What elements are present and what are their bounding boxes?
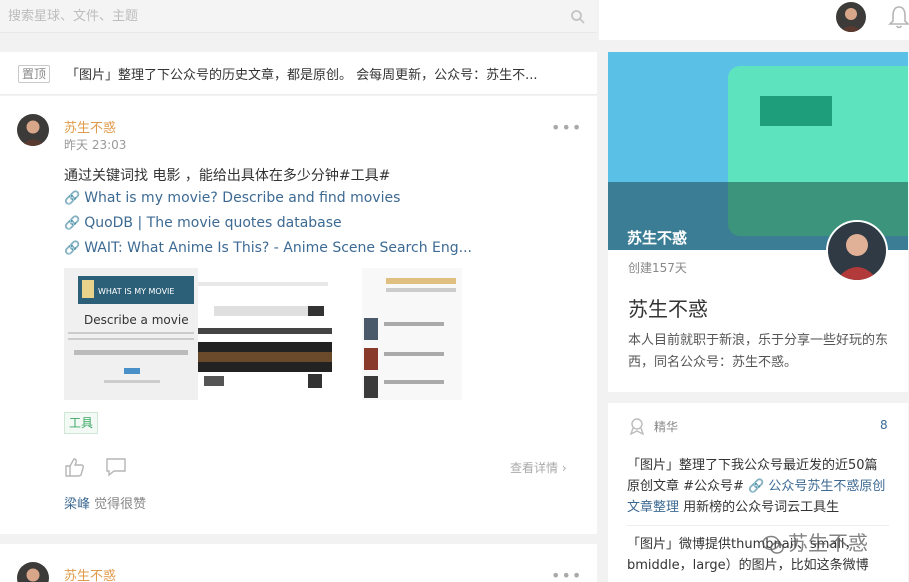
media-logo-text: WHAT IS MY MOVIE	[98, 287, 174, 296]
post-link[interactable]: 🔗 What is my movie? Describe and find mov…	[64, 190, 400, 206]
planet-name: 苏生不惑	[628, 297, 708, 321]
featured-icon	[629, 418, 645, 435]
more-options-icon[interactable]: •••	[551, 118, 582, 137]
link-icon: 🔗	[64, 241, 81, 256]
featured-count[interactable]: 8	[880, 418, 888, 432]
planet-profile-card: 苏生不惑 创建157天 苏生不惑 本人目前就职于新浪，乐于分享一些好玩的东西，同…	[608, 52, 908, 392]
post-text: 通过关键词找 电影 ，能给出具体在多少分钟#工具#	[64, 168, 391, 184]
topic-card: 苏生不惑 昨天 23:03 ••• 通过关键词找 电影 ，能给出具体在多少分钟#…	[0, 96, 597, 534]
link-icon: 🔗	[64, 191, 81, 206]
author-name[interactable]: 苏生不惑	[64, 565, 116, 582]
like-icon[interactable]	[64, 457, 86, 477]
link-icon: 🔗	[64, 216, 81, 231]
cover-title: 苏生不惑	[627, 229, 688, 247]
pinned-badge: 置顶	[18, 65, 51, 83]
post-image[interactable]: WHAT IS MY MOVIE Describe a movie	[64, 268, 462, 400]
more-options-icon[interactable]: •••	[551, 566, 582, 582]
view-details-link[interactable]: 查看详情 ›	[510, 459, 567, 476]
search-icon[interactable]	[570, 9, 586, 25]
pinned-title[interactable]: 「图片」整理了下公众号的历史文章，都是原创。 会每周更新，公众号：苏生不...	[66, 64, 576, 83]
post-link[interactable]: 🔗 WAIT: What Anime Is This? - Anime Scene…	[64, 240, 472, 256]
topic-card: 苏生不惑 •••	[0, 544, 597, 582]
planet-description: 本人目前就职于新浪，乐于分享一些好玩的东西，同名公众号：苏生不惑。	[628, 333, 889, 370]
comment-icon[interactable]	[105, 457, 127, 477]
search-bar	[0, 0, 597, 33]
owner-avatar[interactable]	[826, 220, 888, 282]
bell-icon[interactable]	[888, 4, 909, 30]
user-avatar[interactable]	[836, 2, 866, 32]
search-input[interactable]	[0, 0, 597, 33]
author-avatar[interactable]	[17, 562, 49, 582]
post-link[interactable]: 🔗 QuoDB | The movie quotes database	[64, 215, 342, 231]
media-headline: Describe a movie	[84, 313, 189, 327]
like-summary: 梁峰 觉得很赞	[64, 497, 147, 512]
featured-title: 精华	[654, 420, 679, 434]
post-time: 昨天 23:03	[64, 138, 127, 152]
liker-name[interactable]: 梁峰	[64, 497, 90, 512]
pinned-topic[interactable]: 置顶 「图片」整理了下公众号的历史文章，都是原创。 会每周更新，公众号：苏生不.…	[0, 52, 597, 95]
watermark: 苏生不惑	[762, 527, 868, 556]
featured-item[interactable]: 「图片」整理了下我公众号最近发的近50篇原创文章 #公众号# 🔗 公众号苏生不惑…	[627, 455, 889, 517]
author-avatar[interactable]	[17, 114, 49, 146]
wechat-icon	[762, 535, 784, 554]
created-days: 创建157天	[628, 261, 687, 275]
topic-tag[interactable]: 工具	[64, 412, 99, 434]
divider	[627, 525, 889, 526]
author-name[interactable]: 苏生不惑	[64, 117, 116, 136]
